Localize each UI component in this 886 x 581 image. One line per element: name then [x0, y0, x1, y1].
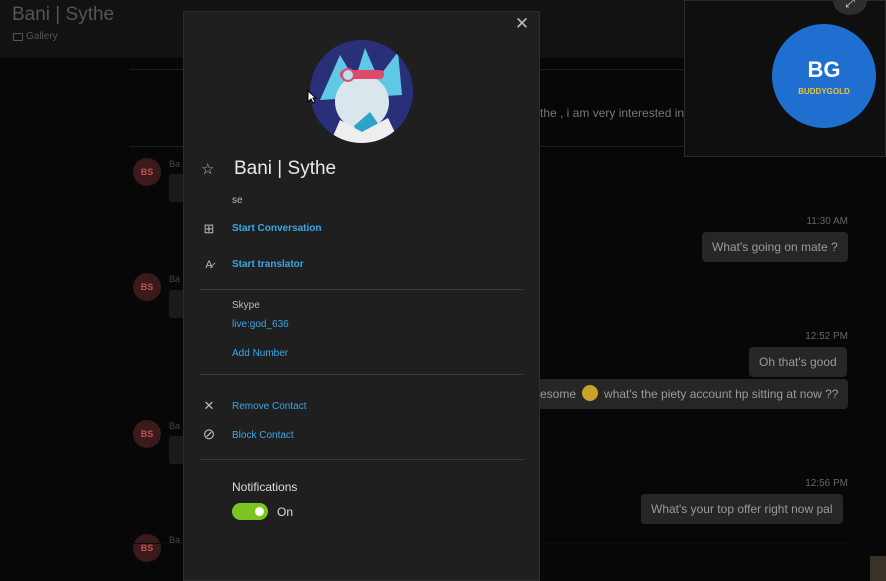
- profile-name: Bani | Sythe: [234, 158, 337, 179]
- avatar[interactable]: BS: [133, 158, 161, 186]
- add-number-link[interactable]: Add Number: [232, 348, 288, 359]
- chat-add-icon[interactable]: ⊞: [201, 221, 217, 237]
- expand-icon[interactable]: ⤢: [833, 0, 867, 15]
- notifications-label: Notifications: [232, 480, 298, 494]
- block-contact-link[interactable]: Block Contact: [232, 430, 294, 441]
- outgoing-message[interactable]: esome what's the piety account hp sitting…: [540, 379, 849, 409]
- mouse-cursor-icon: [307, 90, 317, 104]
- outgoing-message[interactable]: What's your top offer right now pal: [641, 494, 843, 524]
- gallery-icon: [13, 32, 23, 41]
- chat-title: Bani | Sythe: [12, 4, 115, 25]
- remove-contact-link[interactable]: Remove Contact: [232, 401, 306, 412]
- toggle-knob: [255, 507, 264, 516]
- start-conversation-link[interactable]: Start Conversation: [232, 223, 321, 234]
- skype-label: Skype: [232, 300, 260, 311]
- notifications-toggle[interactable]: [232, 503, 268, 520]
- gallery-label: Gallery: [26, 31, 58, 42]
- timestamp: 12:56 PM: [805, 478, 848, 489]
- buddygold-logo: BG BUDDYGOLD: [772, 24, 876, 128]
- outgoing-message[interactable]: Oh that's good: [749, 347, 847, 377]
- message-fragment: esome: [540, 387, 577, 401]
- video-overlay[interactable]: ⤢ BG BUDDYGOLD: [684, 0, 886, 157]
- smile-emoji-icon: [582, 384, 599, 401]
- avatar-image: [310, 40, 413, 143]
- divider: [199, 374, 524, 375]
- close-icon[interactable]: ✕: [513, 15, 531, 33]
- incoming-message-fragment: the , i am very interested in: [540, 106, 685, 120]
- translate-icon[interactable]: A̷: [201, 257, 217, 273]
- star-icon[interactable]: ☆: [201, 162, 217, 178]
- profile-subtitle: se: [232, 195, 243, 206]
- profile-panel: ✕ ☆ Bani | Sythe se ⊞ Start Conversation…: [183, 11, 540, 581]
- close-icon[interactable]: ✕: [201, 398, 217, 414]
- logo-name: BUDDYGOLD: [798, 86, 850, 96]
- profile-avatar: [310, 40, 413, 143]
- avatar[interactable]: BS: [133, 273, 161, 301]
- divider: [199, 289, 524, 290]
- sender-name: Ba: [169, 274, 181, 284]
- avatar[interactable]: BS: [133, 420, 161, 448]
- notifications-state: On: [277, 505, 294, 519]
- sender-name: Ba: [169, 421, 181, 431]
- thumbnail: [870, 556, 886, 581]
- message-text: what's the piety account hp sitting at n…: [604, 387, 839, 401]
- block-icon[interactable]: ⊘: [201, 427, 217, 443]
- sender-name: Ba: [169, 159, 181, 169]
- outgoing-message[interactable]: What's going on mate ?: [702, 232, 848, 262]
- divider: [199, 459, 524, 460]
- gallery-link[interactable]: Gallery: [13, 31, 58, 42]
- avatar[interactable]: BS: [133, 534, 161, 562]
- timestamp: 11:30 AM: [806, 216, 848, 227]
- logo-initials: BG: [807, 56, 841, 82]
- timestamp: 12:52 PM: [805, 331, 848, 342]
- skype-id-link[interactable]: live:god_636: [232, 319, 289, 330]
- start-translator-link[interactable]: Start translator: [232, 259, 304, 270]
